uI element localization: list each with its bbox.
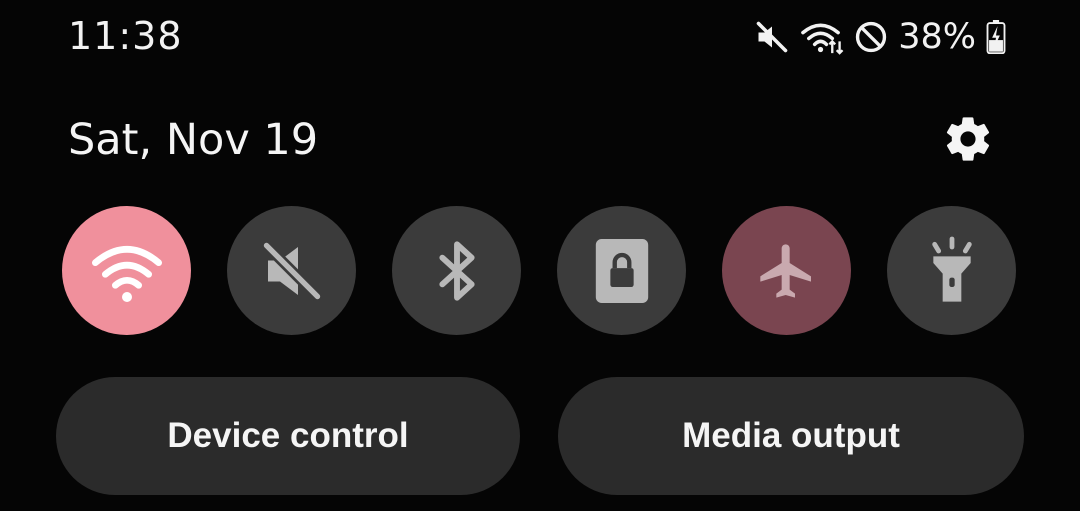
wifi-icon	[801, 23, 844, 55]
tile-flashlight[interactable]	[887, 206, 1016, 335]
tile-wifi[interactable]	[62, 206, 191, 335]
status-time: 11:38	[68, 14, 183, 58]
date-label: Sat, Nov 19	[68, 115, 319, 165]
battery-percent: 38%	[898, 17, 976, 57]
airplane-icon	[759, 243, 811, 298]
status-icons: 38%	[754, 14, 1006, 60]
quick-settings-tiles	[62, 206, 1016, 335]
media-output-button[interactable]: Media output	[558, 377, 1024, 495]
wifi-icon	[91, 245, 162, 302]
device-control-label: Device control	[167, 416, 409, 455]
secure-folder-icon	[595, 238, 648, 303]
media-output-label: Media output	[682, 416, 900, 455]
bluetooth-icon	[438, 240, 475, 301]
device-control-button[interactable]: Device control	[56, 377, 520, 495]
gear-icon	[946, 117, 990, 161]
flashlight-icon	[931, 236, 972, 302]
tile-airplane-mode[interactable]	[722, 206, 851, 335]
settings-button[interactable]	[942, 113, 994, 165]
tile-bluetooth[interactable]	[392, 206, 521, 335]
mute-icon	[262, 241, 321, 300]
do-not-disturb-icon	[856, 21, 887, 53]
tile-secure-folder[interactable]	[557, 206, 686, 335]
battery-charging-icon	[986, 20, 1006, 54]
status-bar: 11:38 38%	[0, 0, 1080, 80]
mute-icon	[756, 21, 788, 53]
tile-sound[interactable]	[227, 206, 356, 335]
